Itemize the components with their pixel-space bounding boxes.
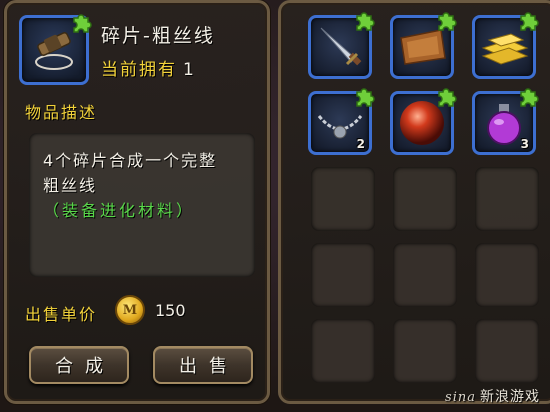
puzzle-piece-icon xyxy=(520,12,539,31)
inventory-slot-empty[interactable] xyxy=(311,243,375,307)
watermark: sina 新浪游戏 xyxy=(445,386,540,406)
inventory-slot-empty[interactable] xyxy=(475,243,539,307)
owned-count: 1 xyxy=(183,60,196,80)
owned-count-row: 当前拥有 1 xyxy=(101,55,196,80)
inventory-slot-empty[interactable] xyxy=(393,243,457,307)
puzzle-piece-icon xyxy=(438,12,457,31)
puzzle-piece-icon xyxy=(356,12,375,31)
item-title: 碎片-粗丝线 xyxy=(101,25,215,47)
selected-item-slot[interactable] xyxy=(19,14,92,85)
inventory-grid-panel: 2 3 xyxy=(278,0,550,404)
watermark-text: 新浪游戏 xyxy=(480,389,540,405)
inventory-slot-empty[interactable] xyxy=(475,319,539,383)
puzzle-piece-icon xyxy=(438,88,457,107)
description-box: 4个碎片合成一个完整 粗丝线 （装备进化材料） xyxy=(29,133,255,277)
inventory-slot-dagger[interactable] xyxy=(308,12,375,79)
combine-button[interactable]: 合成 xyxy=(29,346,129,384)
description-line-1: 4个碎片合成一个完整 xyxy=(43,151,218,170)
thread-spool-icon xyxy=(35,32,73,70)
inventory-slot-gold-bars[interactable] xyxy=(472,12,539,79)
item-quantity: 3 xyxy=(520,137,529,151)
coin-icon: M xyxy=(115,295,145,325)
item-quantity: 2 xyxy=(356,137,365,151)
description-note: （装备进化材料） xyxy=(43,201,196,220)
sina-logo: sina xyxy=(445,390,476,405)
owned-label: 当前拥有 xyxy=(101,60,177,80)
game-screen: 碎片-粗丝线 当前拥有 1 物品描述 4个碎片合成一个完整 粗丝线 （装备进化材料… xyxy=(0,0,550,412)
inventory-slot-chain-necklace[interactable]: 2 xyxy=(308,88,375,155)
puzzle-piece-icon xyxy=(520,88,539,107)
inventory-slot-empty[interactable] xyxy=(311,167,375,231)
puzzle-piece-icon xyxy=(356,88,375,107)
inventory-slot-empty[interactable] xyxy=(311,319,375,383)
inventory-slot-empty[interactable] xyxy=(393,167,457,231)
description-heading: 物品描述 xyxy=(25,103,98,122)
description-line-2: 粗丝线 xyxy=(43,176,98,195)
inventory-slot-leather[interactable] xyxy=(390,12,457,79)
inventory-slot-empty[interactable] xyxy=(393,319,457,383)
inventory-slot-empty[interactable] xyxy=(475,167,539,231)
inventory-slot-purple-potion[interactable]: 3 xyxy=(472,88,539,155)
inventory-slot-red-orb[interactable] xyxy=(390,88,457,155)
sell-price-value: 150 xyxy=(155,301,186,320)
item-detail-panel: 碎片-粗丝线 当前拥有 1 物品描述 4个碎片合成一个完整 粗丝线 （装备进化材料… xyxy=(4,0,270,404)
sell-price-label: 出售单价 xyxy=(25,305,98,324)
sell-button[interactable]: 出售 xyxy=(153,346,253,384)
puzzle-piece-icon xyxy=(73,14,92,33)
